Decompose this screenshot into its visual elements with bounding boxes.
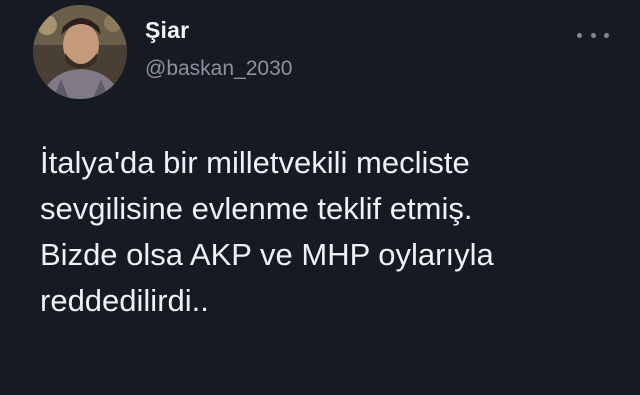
avatar-photo-icon — [33, 5, 127, 99]
tweet-text: İtalya'da bir milletvekili mecliste sevg… — [40, 140, 620, 324]
more-options-icon — [590, 32, 596, 38]
tweet-card: Şiar @baskan_2030 İtalya'da bir milletve… — [0, 0, 640, 395]
tweet-text-line: reddedilirdi.. — [40, 283, 209, 318]
more-options-icon — [604, 32, 609, 38]
author-display-name[interactable]: Şiar — [145, 17, 189, 44]
more-options-button[interactable] — [577, 28, 609, 42]
author-handle[interactable]: @baskan_2030 — [145, 57, 292, 81]
tweet-text-line: Bizde olsa AKP ve MHP oylarıyla — [40, 237, 494, 272]
tweet-text-line: İtalya'da bir milletvekili mecliste — [40, 145, 470, 180]
tweet-text-line: sevgilisine evlenme teklif etmiş. — [40, 191, 473, 226]
more-options-icon — [577, 32, 582, 38]
author-avatar[interactable] — [33, 5, 127, 99]
